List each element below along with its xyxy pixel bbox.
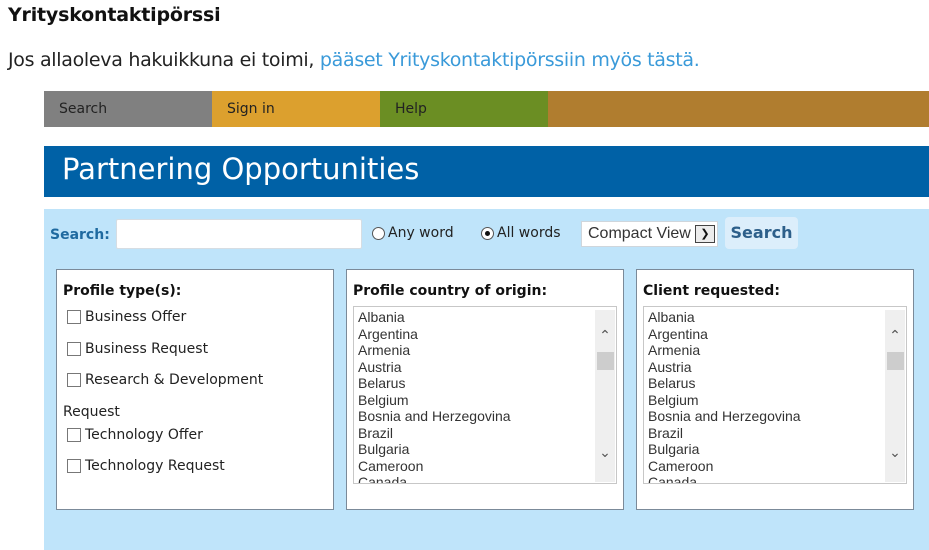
checkbox-icon[interactable] xyxy=(67,342,81,356)
list-option[interactable]: Argentina xyxy=(648,326,906,343)
list-option[interactable]: Belarus xyxy=(648,375,906,392)
list-option[interactable]: Cameroon xyxy=(648,458,906,475)
checkbox-label: Business Offer xyxy=(85,309,187,325)
client-requested-box: Client requested: Albania Argentina Armeni… xyxy=(636,269,914,510)
radio-all-words[interactable]: All words xyxy=(481,225,561,241)
intro-text: Jos allaoleva hakuikkuna ei toimi, pääse… xyxy=(8,49,700,71)
request-group-label: Request xyxy=(63,404,120,420)
country-origin-options: Albania Argentina Armenia Austria Belarus Bel… xyxy=(354,307,616,483)
checkbox-technology-request[interactable]: Technology Request xyxy=(67,458,225,474)
country-origin-heading: Profile country of origin: xyxy=(353,283,548,299)
list-option[interactable]: Bosnia and Herzegovina xyxy=(648,408,906,425)
nav-tab-sign-in[interactable]: Sign in xyxy=(212,91,380,127)
client-requested-heading: Client requested: xyxy=(643,283,780,299)
profile-type-heading: Profile type(s): xyxy=(63,283,182,299)
checkbox-research-development[interactable]: Research & Development xyxy=(67,372,263,388)
scrollbar-thumb[interactable] xyxy=(887,352,904,370)
radio-selected-icon[interactable] xyxy=(481,226,494,240)
alternate-link[interactable]: pääset Yrityskontaktipörssiin myös tästä… xyxy=(320,49,700,71)
intro-text-body: Jos allaoleva hakuikkuna ei toimi, xyxy=(8,49,320,71)
list-option[interactable]: Canada xyxy=(648,474,906,483)
radio-unselected-icon[interactable] xyxy=(372,226,385,240)
list-option[interactable]: Albania xyxy=(358,309,616,326)
list-option[interactable]: Bulgaria xyxy=(358,441,616,458)
checkbox-icon[interactable] xyxy=(67,459,81,473)
search-label: Search: xyxy=(50,227,110,243)
view-select[interactable]: Compact View ❯ xyxy=(581,221,718,247)
chevron-down-icon[interactable]: ❯ xyxy=(695,225,715,243)
country-origin-box: Profile country of origin: Albania Argent… xyxy=(346,269,624,510)
list-option[interactable]: Belarus xyxy=(358,375,616,392)
chevron-down-icon[interactable]: ⌄ xyxy=(595,445,615,461)
chevron-down-icon[interactable]: ⌄ xyxy=(885,445,905,461)
country-origin-listbox[interactable]: Albania Argentina Armenia Austria Belarus Bel… xyxy=(353,306,617,484)
checkbox-label: Technology Request xyxy=(85,458,225,474)
list-option[interactable]: Bosnia and Herzegovina xyxy=(358,408,616,425)
checkbox-label: Research & Development xyxy=(85,372,264,388)
checkbox-label: Technology Offer xyxy=(85,427,203,443)
search-panel: Search: Any word All words Compact View … xyxy=(44,209,929,550)
nav-bar: Search Sign in Help xyxy=(44,91,929,127)
checkbox-business-request[interactable]: Business Request xyxy=(67,341,208,357)
radio-any-word[interactable]: Any word xyxy=(372,225,454,241)
checkbox-icon[interactable] xyxy=(67,310,81,324)
list-option[interactable]: Brazil xyxy=(358,425,616,442)
search-input[interactable] xyxy=(116,219,362,249)
scrollbar[interactable]: ⌃ ⌄ xyxy=(885,310,905,482)
checkbox-label: Business Request xyxy=(85,341,209,357)
view-select-value: Compact View xyxy=(588,225,691,242)
list-option[interactable]: Armenia xyxy=(358,342,616,359)
list-option[interactable]: Austria xyxy=(648,359,906,376)
list-option[interactable]: Canada xyxy=(358,474,616,483)
scrollbar[interactable]: ⌃ ⌄ xyxy=(595,310,615,482)
radio-all-words-label: All words xyxy=(497,225,561,241)
chevron-up-icon[interactable]: ⌃ xyxy=(595,328,615,344)
nav-tab-help[interactable]: Help xyxy=(380,91,548,127)
list-option[interactable]: Argentina xyxy=(358,326,616,343)
checkbox-technology-offer[interactable]: Technology Offer xyxy=(67,427,203,443)
list-option[interactable]: Austria xyxy=(358,359,616,376)
checkbox-icon[interactable] xyxy=(67,373,81,387)
banner-title: Partnering Opportunities xyxy=(44,146,929,197)
scrollbar-thumb[interactable] xyxy=(597,352,614,370)
list-option[interactable]: Brazil xyxy=(648,425,906,442)
list-option[interactable]: Bulgaria xyxy=(648,441,906,458)
checkbox-icon[interactable] xyxy=(67,428,81,442)
profile-type-box: Profile type(s): Business Offer Business… xyxy=(56,269,334,510)
radio-any-word-label: Any word xyxy=(388,225,454,241)
page-title: Yrityskontaktipörssi xyxy=(8,4,221,26)
list-option[interactable]: Belgium xyxy=(648,392,906,409)
list-option[interactable]: Albania xyxy=(648,309,906,326)
list-option[interactable]: Armenia xyxy=(648,342,906,359)
search-button[interactable]: Search xyxy=(725,217,798,249)
client-requested-options: Albania Argentina Armenia Austria Belarus Bel… xyxy=(644,307,906,483)
checkbox-business-offer[interactable]: Business Offer xyxy=(67,309,186,325)
chevron-up-icon[interactable]: ⌃ xyxy=(885,328,905,344)
list-option[interactable]: Belgium xyxy=(358,392,616,409)
list-option[interactable]: Cameroon xyxy=(358,458,616,475)
nav-tab-search[interactable]: Search xyxy=(44,91,212,127)
client-requested-listbox[interactable]: Albania Argentina Armenia Austria Belarus Bel… xyxy=(643,306,907,484)
